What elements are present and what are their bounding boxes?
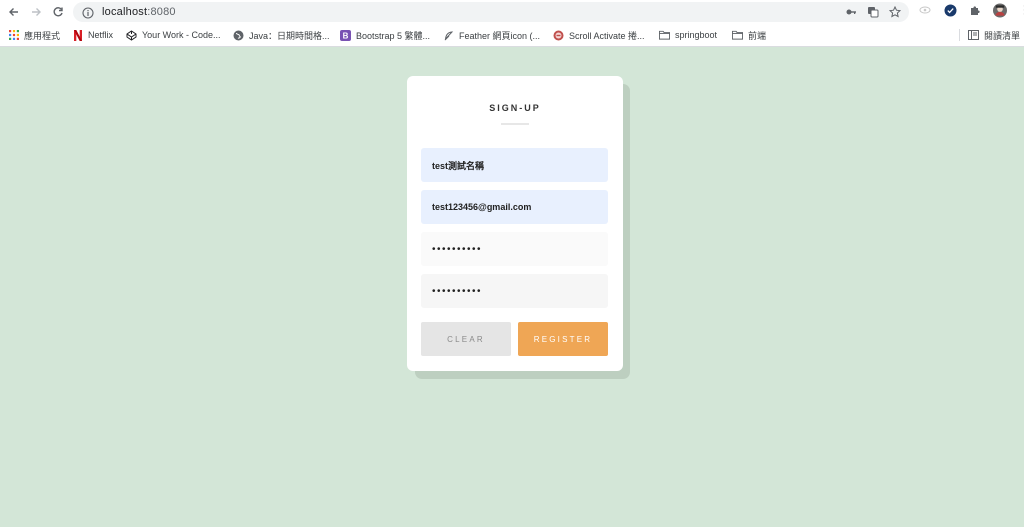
key-icon[interactable] (845, 5, 857, 23)
puzzle-icon[interactable] (968, 3, 982, 17)
scroll-icon (553, 30, 564, 41)
bookmark-label: Feather 網頁icon (... (459, 30, 541, 41)
bookmark-label: 前端 (748, 30, 767, 41)
bookmark-scroll-activate[interactable]: Scroll Activate 捲... (553, 24, 645, 46)
codepen-icon (126, 29, 137, 41)
register-button[interactable]: REGISTER (518, 322, 608, 356)
check-extension-icon[interactable] (943, 3, 957, 17)
reading-list-icon (967, 30, 979, 40)
email-field[interactable]: test123456@gmail.com (421, 190, 608, 224)
title-underline (501, 123, 529, 125)
bookmark-frontend[interactable]: 前端 (732, 24, 766, 46)
bookmark-apps[interactable]: 應用程式 (8, 24, 60, 46)
avatar[interactable] (993, 3, 1007, 17)
bookmark-label: Your Work - Code... (142, 30, 221, 40)
bookmark-java[interactable]: Java：日期時間格... (233, 24, 330, 46)
address-bar[interactable]: localhost:8080 (73, 2, 909, 22)
bookmark-codepen[interactable]: Your Work - Code... (126, 24, 221, 46)
back-icon[interactable] (5, 3, 23, 21)
folder-icon (732, 30, 743, 41)
bookmark-bootstrap[interactable]: B Bootstrap 5 繁體... (340, 24, 430, 46)
confirm-password-field[interactable]: •••••••••• (421, 274, 608, 308)
bookmark-label: Netflix (88, 30, 114, 40)
bootstrap-icon: B (340, 29, 351, 41)
bookmark-feather[interactable]: Feather 網頁icon (... (443, 24, 540, 46)
url-text: localhost:8080 (102, 6, 176, 18)
page-title: SIGN-UP (489, 103, 541, 113)
password-field[interactable]: •••••••••• (421, 232, 608, 266)
divider (958, 29, 960, 41)
bookmark-label: Scroll Activate 捲... (569, 30, 645, 41)
reading-list-button[interactable]: 閱讀清單 (958, 24, 1020, 46)
star-icon[interactable] (888, 5, 902, 23)
bookmarks-bar: 應用程式 Netflix Your Work - Code... Java：日期… (0, 24, 1024, 47)
bookmark-label: 應用程式 (24, 30, 61, 41)
site-info-icon[interactable] (82, 6, 94, 19)
eye-extension-icon[interactable] (918, 3, 932, 17)
bookmark-label: Java：日期時間格... (249, 30, 330, 41)
svg-text:B: B (343, 31, 349, 40)
bookmark-netflix[interactable]: Netflix (72, 24, 113, 46)
forward-icon[interactable] (27, 3, 45, 21)
browser-toolbar: localhost:8080 (0, 0, 1024, 24)
globe-icon (233, 30, 244, 41)
name-field[interactable]: test測試名稱 (421, 148, 608, 182)
reload-icon[interactable] (49, 3, 67, 21)
bookmark-label: springboot (675, 30, 718, 40)
feather-icon (443, 30, 454, 41)
translate-icon[interactable] (867, 5, 879, 23)
netflix-icon (72, 29, 83, 41)
folder-icon (659, 30, 670, 41)
apps-grid-icon (8, 30, 19, 41)
signup-card: SIGN-UP test測試名稱 test123456@gmail.com ••… (407, 76, 623, 371)
bookmark-springboot[interactable]: springboot (659, 24, 717, 46)
bookmark-label: Bootstrap 5 繁體... (356, 30, 431, 41)
clear-button[interactable]: CLEAR (421, 322, 511, 356)
reading-list-label: 閱讀清單 (983, 30, 1020, 41)
more-menu-icon[interactable] (1018, 3, 1024, 17)
